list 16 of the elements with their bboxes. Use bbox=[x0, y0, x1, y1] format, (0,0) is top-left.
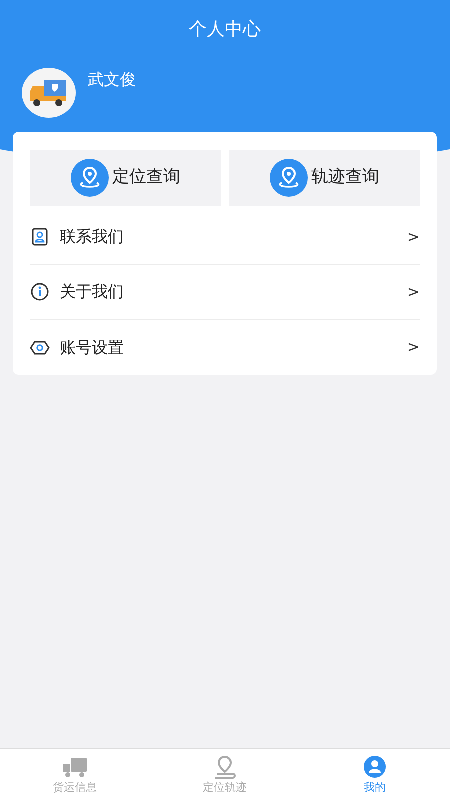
location-pin-icon bbox=[270, 159, 308, 197]
menu-item[interactable]: 关于我们 > bbox=[30, 265, 420, 320]
chevron-icon: > bbox=[407, 226, 420, 248]
info-icon bbox=[30, 282, 50, 302]
location-pin-icon bbox=[70, 159, 108, 197]
chevron-icon: > bbox=[407, 336, 420, 359]
menu-item[interactable]: 联系我们 > bbox=[30, 210, 420, 265]
menu-item[interactable]: 账号设置 > bbox=[30, 320, 420, 375]
contact-card-icon bbox=[30, 227, 50, 247]
user-name: 武文俊 bbox=[88, 69, 136, 91]
chevron-icon: > bbox=[407, 280, 420, 304]
person-icon bbox=[361, 754, 389, 780]
truck-avatar-icon bbox=[22, 68, 76, 118]
page-title: 个人中心 bbox=[188, 18, 262, 42]
quick-action-button[interactable]: 定位查询 bbox=[30, 150, 221, 206]
quick-action-button[interactable]: 轨迹查询 bbox=[229, 150, 420, 206]
